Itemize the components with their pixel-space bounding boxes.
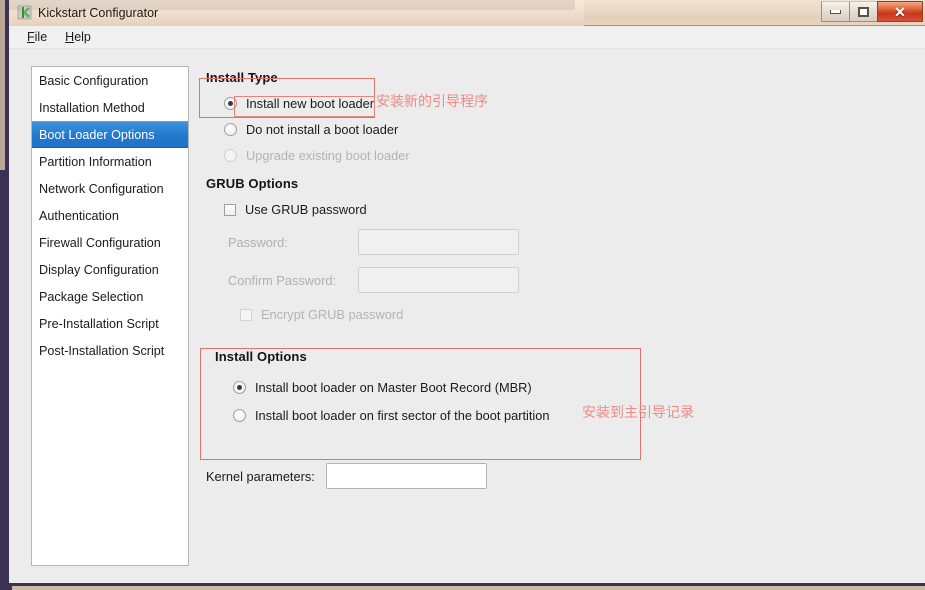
maximize-button[interactable]	[849, 1, 878, 22]
install-first-sector-row[interactable]: Install boot loader on first sector of t…	[233, 408, 726, 423]
sidebar-item-label: Boot Loader Options	[39, 127, 155, 142]
window-title: Kickstart Configurator	[38, 5, 159, 20]
install-options-inner: Install Options Install boot loader on M…	[215, 349, 726, 423]
sidebar-item-basic-configuration[interactable]: Basic Configuration	[32, 67, 188, 94]
kernel-parameters-label: Kernel parameters:	[206, 468, 315, 484]
section-list[interactable]: Basic Configuration Installation Method …	[31, 66, 189, 566]
sidebar-item-package-selection[interactable]: Package Selection	[32, 283, 188, 310]
sidebar-item-authentication[interactable]: Authentication	[32, 202, 188, 229]
restore-icon	[858, 6, 869, 17]
radio-install-new-boot-loader[interactable]	[224, 97, 237, 110]
window-titlebar[interactable]: Kickstart Configurator ✕	[9, 0, 925, 26]
install-options-group: Install Options Install boot loader on M…	[206, 349, 726, 423]
sidebar-item-label: Authentication	[39, 208, 119, 223]
menubar: File Help	[9, 26, 925, 49]
install-first-sector-label: Install boot loader on first sector of t…	[255, 408, 550, 423]
encrypt-grub-password-label: Encrypt GRUB password	[261, 307, 404, 322]
menu-file-mnemonic: F	[27, 30, 35, 44]
sidebar-item-label: Network Configuration	[39, 181, 164, 196]
grub-options-title: GRUB Options	[206, 176, 299, 191]
minimize-icon	[830, 9, 841, 14]
radio-do-not-install-boot-loader[interactable]	[224, 123, 237, 136]
sidebar-item-installation-method[interactable]: Installation Method	[32, 94, 188, 121]
kernel-parameters-row: Kernel parameters:	[206, 463, 487, 489]
confirm-password-row: Confirm Password:	[228, 267, 726, 293]
sidebar-item-label: Post-Installation Script	[39, 343, 165, 358]
sidebar-item-label: Package Selection	[39, 289, 144, 304]
menu-help-label: elp	[74, 30, 91, 44]
sidebar-item-pre-installation-script[interactable]: Pre-Installation Script	[32, 310, 188, 337]
close-icon: ✕	[894, 3, 906, 20]
password-row: Password:	[228, 229, 726, 255]
upgrade-existing-boot-loader-label: Upgrade existing boot loader	[246, 148, 410, 163]
sidebar-item-display-configuration[interactable]: Display Configuration	[32, 256, 188, 283]
sidebar-item-firewall-configuration[interactable]: Firewall Configuration	[32, 229, 188, 256]
kernel-parameters-input[interactable]	[325, 463, 487, 489]
client-area: Basic Configuration Installation Method …	[9, 49, 925, 583]
do-not-install-boot-loader-row[interactable]: Do not install a boot loader	[224, 122, 726, 137]
sidebar-item-network-configuration[interactable]: Network Configuration	[32, 175, 188, 202]
radio-install-first-sector[interactable]	[233, 409, 246, 422]
use-grub-password-label: Use GRUB password	[245, 202, 367, 217]
menu-file[interactable]: File	[18, 28, 56, 46]
window-controls: ✕	[821, 1, 923, 22]
menu-help-mnemonic: H	[65, 30, 75, 44]
confirm-password-input[interactable]	[358, 267, 519, 293]
confirm-password-label: Confirm Password:	[228, 272, 337, 288]
install-new-boot-loader-label: Install new boot loader	[246, 96, 375, 111]
password-label: Password:	[228, 234, 288, 250]
kickstart-icon	[16, 5, 32, 21]
sidebar-item-post-installation-script[interactable]: Post-Installation Script	[32, 337, 188, 364]
sidebar-item-label: Pre-Installation Script	[39, 316, 159, 331]
radio-upgrade-existing-boot-loader	[224, 149, 237, 162]
use-grub-password-row[interactable]: Use GRUB password	[224, 202, 726, 217]
checkbox-encrypt-grub-password	[240, 308, 252, 321]
sidebar-item-label: Firewall Configuration	[39, 235, 161, 250]
install-mbr-row[interactable]: Install boot loader on Master Boot Recor…	[233, 380, 726, 395]
install-options-title: Install Options	[215, 349, 307, 364]
sidebar-item-partition-information[interactable]: Partition Information	[32, 148, 188, 175]
install-type-group: Install Type Install new boot loader Do …	[206, 70, 726, 163]
close-button[interactable]: ✕	[877, 1, 923, 22]
grub-options-group: GRUB Options Use GRUB password Password:…	[206, 176, 726, 322]
menu-help[interactable]: Help	[56, 28, 100, 46]
install-type-title: Install Type	[206, 70, 278, 85]
do-not-install-boot-loader-label: Do not install a boot loader	[246, 122, 399, 137]
kickstart-configurator-window: Kickstart Configurator ✕ File Help Basic…	[6, 0, 925, 586]
sidebar-item-boot-loader-options[interactable]: Boot Loader Options	[32, 121, 188, 148]
radio-install-mbr[interactable]	[233, 381, 246, 394]
sidebar-item-label: Display Configuration	[39, 262, 159, 277]
sidebar-item-label: Installation Method	[39, 100, 145, 115]
install-mbr-label: Install boot loader on Master Boot Recor…	[255, 380, 532, 395]
sidebar-item-label: Partition Information	[39, 154, 152, 169]
upgrade-existing-boot-loader-row: Upgrade existing boot loader	[224, 148, 726, 163]
boot-loader-options-panel: Install Type Install new boot loader Do …	[199, 49, 925, 583]
sidebar-item-label: Basic Configuration	[39, 73, 149, 88]
password-input[interactable]	[358, 229, 519, 255]
encrypt-grub-password-row: Encrypt GRUB password	[240, 307, 726, 322]
install-new-boot-loader-row[interactable]: Install new boot loader	[224, 96, 726, 111]
checkbox-use-grub-password[interactable]	[224, 203, 236, 216]
minimize-button[interactable]	[821, 1, 850, 22]
menu-file-label: ile	[34, 30, 48, 44]
